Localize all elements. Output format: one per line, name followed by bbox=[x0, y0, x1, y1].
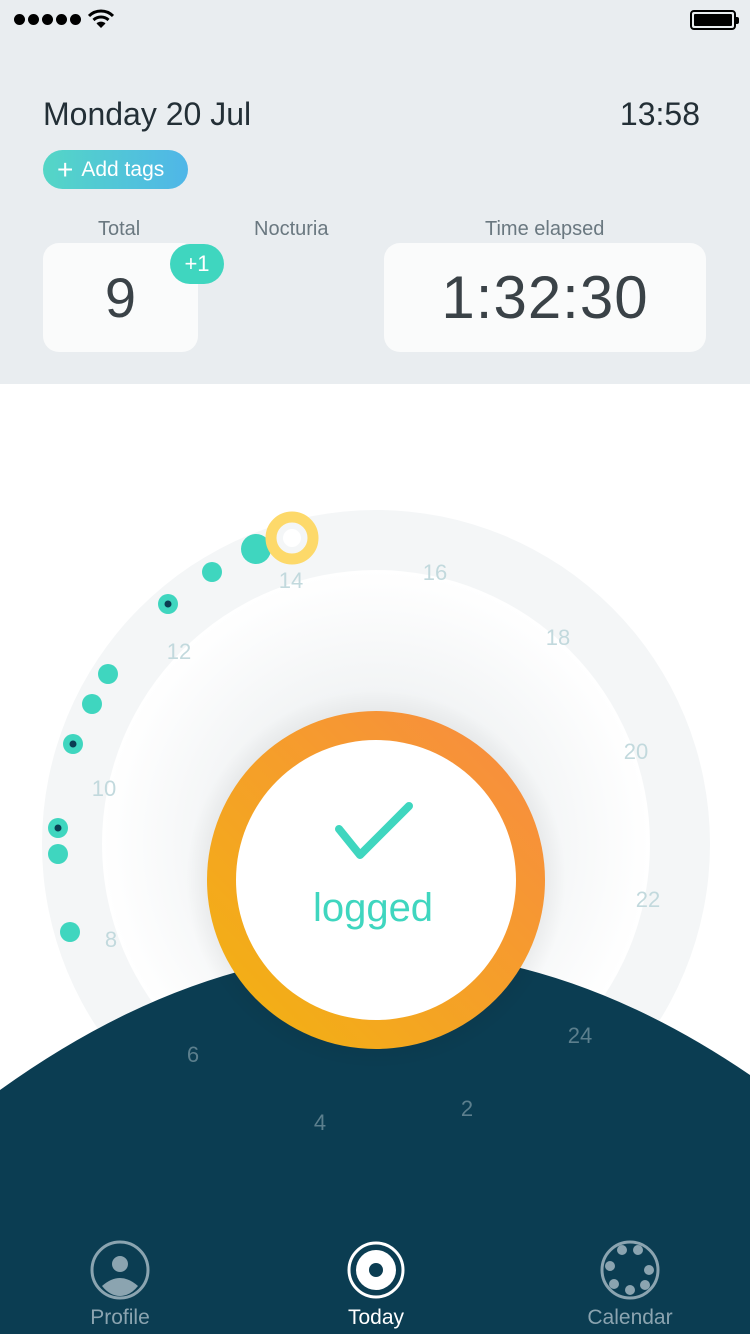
hour-label-14: 14 bbox=[279, 568, 303, 593]
elapsed-card: 1:32:30 bbox=[384, 243, 706, 352]
signal-icon bbox=[14, 14, 81, 25]
date-label: Monday 20 Jul bbox=[43, 96, 252, 132]
nav-profile-label: Profile bbox=[90, 1306, 150, 1329]
plus-icon: + bbox=[57, 153, 74, 185]
hour-label-2: 2 bbox=[461, 1096, 473, 1121]
log-dot[interactable] bbox=[98, 664, 118, 684]
logged-label: logged bbox=[313, 886, 433, 930]
nav-today[interactable]: Today bbox=[316, 1230, 436, 1334]
log-dot[interactable] bbox=[202, 562, 222, 582]
nav-today-label: Today bbox=[347, 1306, 405, 1329]
nav-profile[interactable]: Profile bbox=[60, 1230, 180, 1334]
clock-time: 13:58 bbox=[619, 96, 700, 132]
log-dot[interactable] bbox=[48, 844, 68, 864]
header: Monday 20 Jul 13:58 + Add tags Total Noc… bbox=[0, 0, 750, 384]
clock-dial: 16182022242468101214 logged bbox=[0, 510, 750, 1334]
today-icon bbox=[347, 1241, 405, 1299]
log-dot-center bbox=[54, 824, 62, 832]
nocturia-badge[interactable]: +1 bbox=[170, 244, 224, 284]
battery-icon bbox=[690, 10, 739, 30]
hour-label-4: 4 bbox=[314, 1110, 326, 1135]
add-tags-label: Add tags bbox=[81, 157, 165, 181]
total-label: Total bbox=[98, 218, 141, 240]
hour-label-24: 24 bbox=[568, 1023, 592, 1048]
bottom-nav: Profile Today Calendar bbox=[0, 1230, 750, 1334]
log-dot-center bbox=[69, 740, 77, 748]
wifi-icon bbox=[88, 9, 114, 28]
log-dot-center bbox=[164, 600, 172, 608]
hour-label-12: 12 bbox=[167, 639, 191, 664]
elapsed-label: Time elapsed bbox=[485, 218, 605, 240]
hour-label-22: 22 bbox=[636, 887, 660, 912]
hour-label-6: 6 bbox=[187, 1042, 199, 1067]
logged-button[interactable] bbox=[236, 740, 516, 1020]
total-value: 9 bbox=[104, 266, 137, 329]
status-bar bbox=[0, 0, 750, 40]
elapsed-value: 1:32:30 bbox=[441, 264, 649, 331]
add-tags-button[interactable]: + Add tags bbox=[43, 150, 188, 189]
profile-icon bbox=[90, 1240, 150, 1300]
nocturia-label: Nocturia bbox=[254, 218, 329, 240]
hour-label-20: 20 bbox=[624, 739, 648, 764]
hour-label-18: 18 bbox=[546, 625, 570, 650]
nav-calendar[interactable]: Calendar bbox=[570, 1230, 690, 1334]
current-time-marker-center bbox=[283, 529, 301, 547]
hour-label-8: 8 bbox=[105, 927, 117, 952]
calendar-icon bbox=[600, 1240, 660, 1300]
hour-label-16: 16 bbox=[423, 560, 447, 585]
hour-label-10: 10 bbox=[92, 776, 116, 801]
nav-calendar-label: Calendar bbox=[587, 1306, 673, 1329]
log-dot[interactable] bbox=[60, 922, 80, 942]
log-dot[interactable] bbox=[82, 694, 102, 714]
